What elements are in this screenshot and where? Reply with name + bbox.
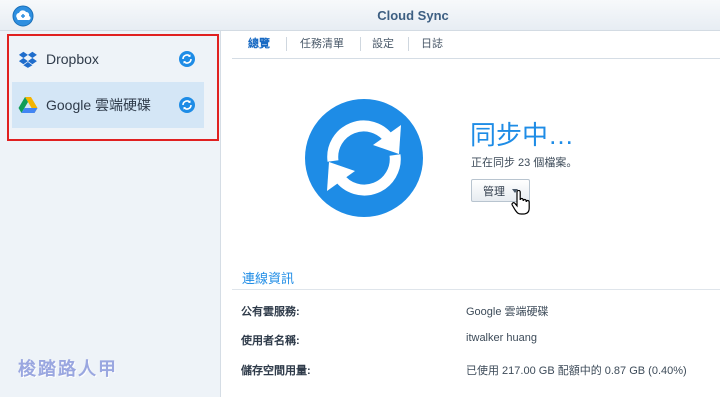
- tab-bar: 總覽 任務清單 設定 日誌: [232, 31, 720, 91]
- info-value: itwalker huang: [466, 332, 537, 344]
- watermark: 梭踏路人甲: [18, 359, 118, 380]
- tab-divider: [286, 37, 287, 51]
- sync-status-title: 同步中…: [470, 120, 575, 150]
- info-row-cloud-service: 公有雲服務: Google 雲端硬碟: [232, 303, 720, 333]
- tab-divider: [360, 37, 361, 51]
- highlight-box: [7, 34, 219, 141]
- info-label: 使用者名稱:: [241, 335, 300, 347]
- title-bar: Cloud Sync: [0, 0, 720, 31]
- manage-button-label: 管理: [483, 185, 505, 198]
- info-row-storage-usage: 儲存空間用量: 已使用 217.00 GB 配額中的 0.87 GB (0.40…: [232, 362, 720, 392]
- section-divider: [232, 289, 720, 290]
- sync-status-detail: 正在同步 23 個檔案。: [471, 157, 578, 169]
- active-tab-indicator: [256, 85, 268, 91]
- tab-task-list[interactable]: 任務清單: [292, 31, 352, 59]
- connection-info-title: 連線資訊: [242, 271, 295, 286]
- tab-settings[interactable]: 設定: [366, 31, 400, 59]
- tab-divider: [408, 37, 409, 51]
- info-label: 公有雲服務:: [241, 306, 300, 318]
- info-value: 已使用 217.00 GB 配額中的 0.87 GB (0.40%): [466, 365, 687, 377]
- tab-overview[interactable]: 總覽: [242, 31, 276, 59]
- info-row-username: 使用者名稱: itwalker huang: [232, 332, 720, 362]
- tab-log[interactable]: 日誌: [415, 31, 449, 59]
- info-label: 儲存空間用量:: [241, 365, 311, 377]
- info-value: Google 雲端硬碟: [466, 306, 549, 318]
- hand-cursor-icon: [511, 190, 530, 215]
- window-title: Cloud Sync: [377, 8, 449, 23]
- sync-arrows-icon: [305, 99, 423, 217]
